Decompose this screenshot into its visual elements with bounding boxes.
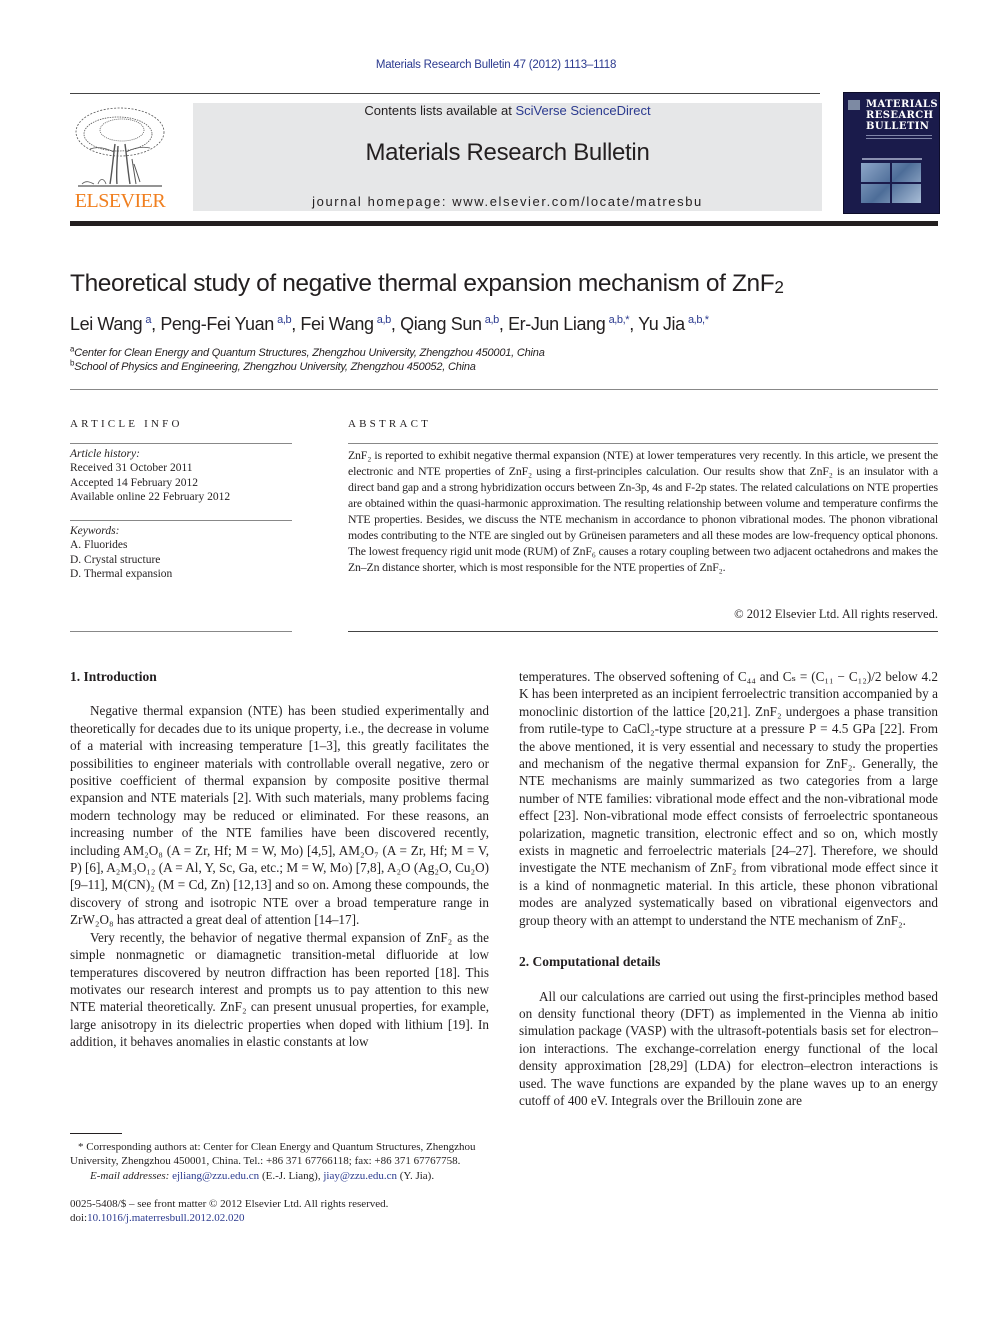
email-owner: (E.-J. Liang), (259, 1169, 324, 1182)
email-link-jia[interactable]: jiay@zzu.edu.cn (323, 1170, 397, 1182)
author-affiliation-link[interactable]: a,b,* (688, 314, 709, 326)
sciencedirect-link[interactable]: SciVerse ScienceDirect (515, 103, 650, 118)
cover-title-line: RESEARCH (866, 110, 934, 121)
cover-micrographs (861, 163, 921, 203)
header-thick-rule (70, 221, 938, 226)
elsevier-wordmark: ELSEVIER (74, 190, 166, 212)
journal-cover-image[interactable]: MATERIALS RESEARCH BULLETIN (843, 92, 940, 214)
author-affiliation-link[interactable]: a,b (277, 314, 291, 326)
article-title: Theoretical study of negative thermal ex… (70, 270, 784, 298)
article-info-rule (70, 443, 292, 444)
cover-title: MATERIALS RESEARCH BULLETIN (866, 99, 938, 132)
email-link-liang[interactable]: ejliang@zzu.edu.cn (172, 1170, 259, 1182)
doi-line: doi:10.1016/j.materresbull.2012.02.020 (70, 1211, 490, 1225)
right-column: temperatures. The observed softening of … (519, 668, 938, 1109)
article-history: Article history: Received 31 October 201… (70, 447, 292, 504)
section-heading-introduction: 1. Introduction (70, 669, 157, 684)
author-list: Lei Wang a, Peng-Fei Yuan a,b, Fei Wang … (70, 314, 709, 334)
title-text: Theoretical study of negative thermal ex… (70, 270, 775, 297)
affiliation-b: bSchool of Physics and Engineering, Zhen… (70, 359, 476, 373)
author-affiliation-link[interactable]: a,b (485, 314, 499, 326)
affiliation-text: Center for Clean Energy and Quantum Stru… (74, 347, 545, 359)
abstract-bottom-rule (348, 631, 938, 632)
elsevier-logo[interactable]: ELSEVIER (68, 104, 172, 214)
doi-link[interactable]: 10.1016/j.materresbull.2012.02.020 (87, 1212, 244, 1224)
author-affiliation-link[interactable]: a,b,* (609, 314, 630, 326)
title-divider (70, 389, 938, 390)
keyword[interactable]: A. Fluorides (70, 538, 292, 552)
history-label: Article history: (70, 448, 140, 460)
cover-strip (862, 158, 922, 160)
author: Yu Jia (638, 314, 685, 334)
email-label: E-mail addresses: (90, 1169, 173, 1182)
front-matter-line: 0025-5408/$ – see front matter © 2012 El… (70, 1197, 389, 1210)
left-column: 1. Introduction Negative thermal expansi… (70, 668, 489, 1051)
keywords-label: Keywords: (70, 525, 120, 537)
abstract-copyright: © 2012 Elsevier Ltd. All rights reserved… (734, 607, 938, 621)
journal-title: Materials Research Bulletin (365, 139, 650, 166)
intro-continuation-paragraph: temperatures. The observed softening of … (519, 669, 938, 928)
article-info-heading: ARTICLE INFO (70, 418, 183, 430)
journal-header-box: Contents lists available at SciVerse Sci… (193, 103, 822, 211)
corresponding-author-note: * Corresponding authors at: Center for C… (70, 1141, 476, 1168)
history-accepted: Accepted 14 February 2012 (70, 476, 199, 489)
footnotes: * Corresponding authors at: Center for C… (70, 1133, 490, 1225)
contents-line: Contents lists available at SciVerse Sci… (193, 103, 822, 118)
intro-paragraph: Negative thermal expansion (NTE) has bee… (70, 703, 489, 928)
cover-emblem-icon (848, 100, 860, 110)
intro-paragraph: Very recently, the behavior of negative … (70, 929, 489, 1050)
abstract-rule (348, 443, 938, 444)
history-online: Available online 22 February 2012 (70, 490, 231, 503)
doi-label: doi: (70, 1212, 88, 1225)
journal-homepage[interactable]: journal homepage: www.elsevier.com/locat… (193, 194, 822, 209)
abstract-heading: ABSTRACT (348, 418, 432, 430)
keywords: Keywords: A. Fluorides D. Crystal struct… (70, 524, 292, 581)
email-owner: (Y. Jia). (397, 1169, 435, 1182)
author: Fei Wang (300, 314, 374, 334)
cover-title-line: MATERIALS (866, 99, 938, 110)
header-rule (70, 93, 820, 94)
author: Peng-Fei Yuan (160, 314, 274, 334)
abstract-text: ZnF₂ is reported to exhibit negative the… (348, 448, 938, 574)
affiliation-a: aCenter for Clean Energy and Quantum Str… (70, 345, 545, 359)
elsevier-tree-icon (75, 107, 165, 187)
author: Lei Wang (70, 314, 143, 334)
author: Er-Jun Liang (508, 314, 606, 334)
cover-subtitle (866, 135, 932, 141)
author-affiliation-link[interactable]: a,b (377, 314, 391, 326)
affiliation-text: School of Physics and Engineering, Zheng… (74, 361, 476, 373)
journal-citation[interactable]: Materials Research Bulletin 47 (2012) 11… (0, 59, 992, 71)
cover-title-line: BULLETIN (866, 121, 930, 132)
email-line: E-mail addresses: ejliang@zzu.edu.cn (E.… (70, 1169, 490, 1183)
title-subscript: 2 (774, 277, 784, 297)
author-affiliation-link[interactable]: a (145, 314, 151, 326)
keywords-rule (70, 520, 292, 521)
contents-prefix: Contents lists available at (364, 103, 516, 118)
history-received: Received 31 October 2011 (70, 462, 193, 475)
author: Qiang Sun (400, 314, 482, 334)
article-info-bottom-rule (70, 631, 292, 632)
computational-paragraph: All our calculations are carried out usi… (519, 988, 938, 1108)
section-heading-computational-details: 2. Computational details (519, 954, 661, 970)
keyword[interactable]: D. Crystal structure (70, 553, 292, 567)
keyword[interactable]: D. Thermal expansion (70, 567, 292, 581)
footnote-rule (70, 1133, 122, 1134)
